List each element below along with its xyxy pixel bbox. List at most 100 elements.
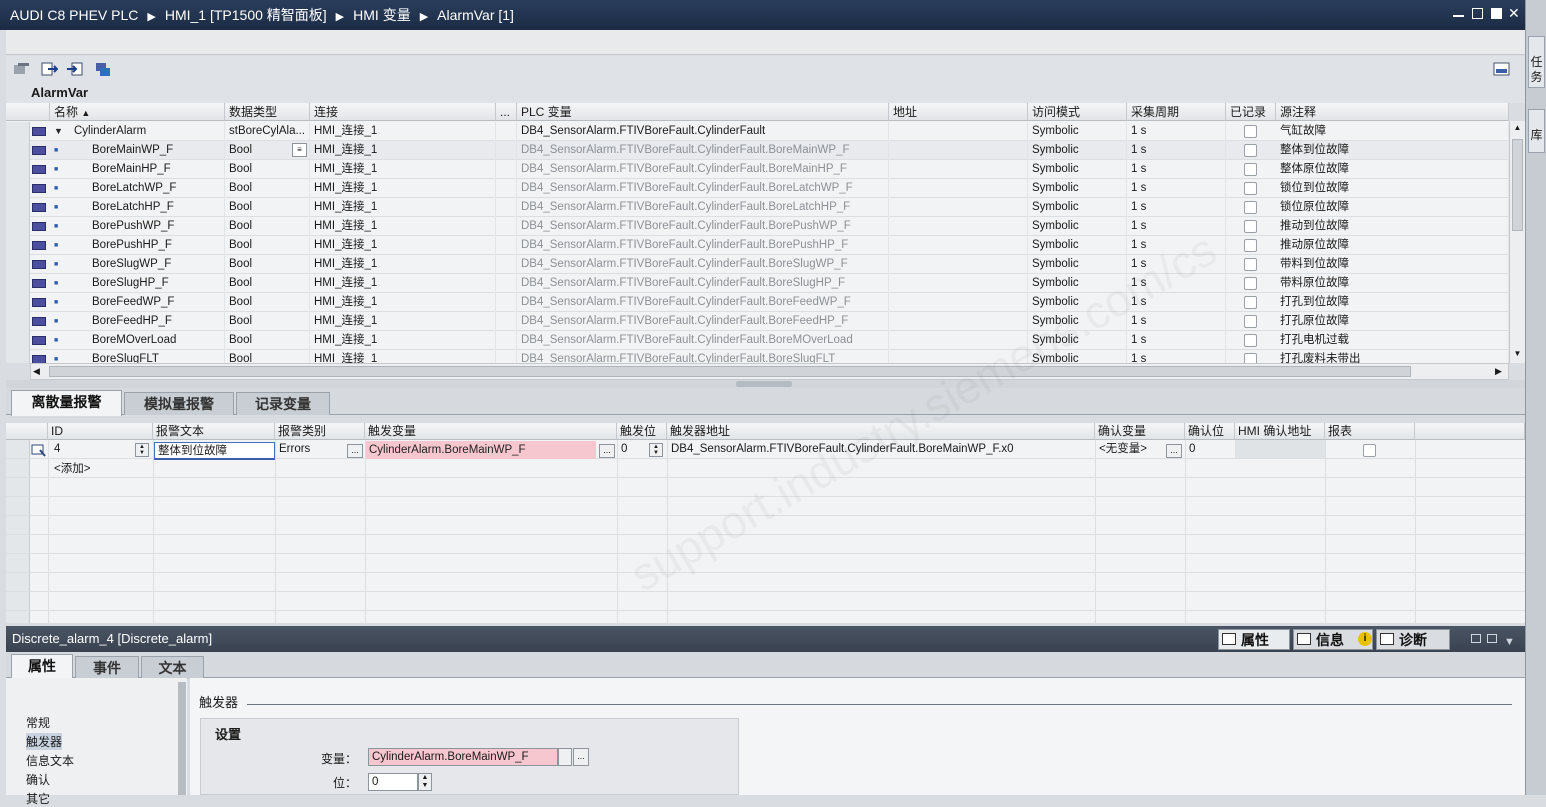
column-header-address[interactable]: 地址	[889, 103, 1028, 121]
trigger-bit-spinner[interactable]: ▲ ▼	[649, 443, 663, 457]
empty-alarm-row[interactable]	[6, 554, 1525, 573]
tag-connection[interactable]: HMI_连接_1	[310, 236, 496, 255]
column-header-trigger-bit[interactable]: 触发位	[617, 423, 667, 440]
logged-checkbox[interactable]	[1244, 296, 1257, 309]
trigger-tag-browse-button[interactable]: ...	[599, 444, 615, 458]
tag-datatype[interactable]: Bool	[225, 198, 310, 217]
tag-access-mode[interactable]: Symbolic	[1028, 274, 1127, 293]
tag-address[interactable]	[889, 274, 1028, 293]
tag-name[interactable]: BoreSlugHP_F	[88, 274, 225, 293]
maximize-icon[interactable]	[1491, 8, 1502, 19]
row-selector[interactable]	[6, 141, 30, 160]
tag-source-comment[interactable]: 打孔原位故障	[1276, 312, 1509, 331]
tag-access-mode[interactable]: Symbolic	[1028, 312, 1127, 331]
column-header-logged[interactable]: 已记录	[1226, 103, 1276, 121]
tag-connection[interactable]: HMI_连接_1	[310, 217, 496, 236]
empty-alarm-row[interactable]	[6, 497, 1525, 516]
tag-datatype[interactable]: Bool	[225, 350, 310, 363]
tag-plc-tag[interactable]: DB4_SensorAlarm.FTIVBoreFault.CylinderFa…	[517, 236, 889, 255]
tag-acquisition-cycle[interactable]: 1 s	[1127, 312, 1226, 331]
tag-address[interactable]	[889, 179, 1028, 198]
tag-access-mode[interactable]: Symbolic	[1028, 236, 1127, 255]
tag-access-mode[interactable]: Symbolic	[1028, 217, 1127, 236]
row-selector[interactable]	[6, 293, 30, 312]
empty-alarm-row[interactable]	[6, 535, 1525, 554]
alarm-id[interactable]: 4	[51, 440, 131, 459]
tag-connection[interactable]: HMI_连接_1	[310, 350, 496, 363]
tag-plc-tag[interactable]: DB4_SensorAlarm.FTIVBoreFault.CylinderFa…	[517, 141, 889, 160]
logged-checkbox[interactable]	[1244, 163, 1257, 176]
tag-connection[interactable]: HMI_连接_1	[310, 293, 496, 312]
empty-alarm-row[interactable]	[6, 478, 1525, 497]
column-header-report[interactable]: 报表	[1325, 423, 1415, 440]
tag-source-comment[interactable]: 锁位到位故障	[1276, 179, 1509, 198]
tag-connection[interactable]: HMI_连接_1	[310, 312, 496, 331]
column-header-trigger-address[interactable]: 触发器地址	[667, 423, 1095, 440]
restore-icon[interactable]	[1472, 8, 1483, 19]
tag-row[interactable]: BoreLatchHP_F ■ Bool HMI_连接_1 DB4_SensorAlar…	[6, 198, 1509, 217]
column-header-name[interactable]: 名称 ▲	[50, 103, 225, 121]
inspector-info-tab[interactable]: 信息 i	[1293, 629, 1373, 650]
tab-logging-tags[interactable]: 记录变量	[236, 392, 330, 415]
column-header-ack-bit[interactable]: 确认位	[1185, 423, 1235, 440]
scroll-right-icon[interactable]: ▶	[1495, 364, 1502, 379]
tab-properties[interactable]: 属性	[11, 654, 73, 680]
column-header-id[interactable]: ID	[48, 423, 153, 440]
close-icon[interactable]: ✕	[1508, 6, 1520, 20]
breadcrumb-project[interactable]: AUDI C8 PHEV PLC	[10, 7, 138, 23]
tag-plc-tag[interactable]: DB4_SensorAlarm.FTIVBoreFault.CylinderFa…	[517, 255, 889, 274]
logged-checkbox[interactable]	[1244, 220, 1257, 233]
tag-row[interactable]: BoreLatchWP_F ■ Bool HMI_连接_1 DB4_SensorAlar…	[6, 179, 1509, 198]
tag-acquisition-cycle[interactable]: 1 s	[1127, 198, 1226, 217]
tag-datatype[interactable]: Bool	[225, 236, 310, 255]
empty-alarm-row[interactable]	[6, 573, 1525, 592]
plc-tag-browse-cell[interactable]	[496, 350, 517, 363]
ack-bit[interactable]: 0	[1186, 440, 1234, 459]
tag-name[interactable]: BoreSlugFLT	[88, 350, 225, 363]
tag-address[interactable]	[889, 331, 1028, 350]
tag-address[interactable]	[889, 312, 1028, 331]
tag-row[interactable]: BoreSlugWP_F ■ Bool HMI_连接_1 DB4_SensorAlarm…	[6, 255, 1509, 274]
logged-checkbox[interactable]	[1244, 144, 1257, 157]
tag-acquisition-cycle[interactable]: 1 s	[1127, 141, 1226, 160]
breadcrumb-device[interactable]: HMI_1 [TP1500 精智面板]	[165, 7, 327, 23]
tag-acquisition-cycle[interactable]: 1 s	[1127, 217, 1226, 236]
tag-acquisition-cycle[interactable]: 1 s	[1127, 122, 1226, 141]
inspector-nav-scrollbar[interactable]	[178, 682, 186, 795]
trigger-tag-field[interactable]: CylinderAlarm.BoreMainWP_F	[368, 748, 558, 766]
tag-table-vertical-scrollbar[interactable]: ▲ ▼	[1509, 121, 1525, 363]
tag-name[interactable]: BoreMOverLoad	[88, 331, 225, 350]
tag-connection[interactable]: HMI_连接_1	[310, 255, 496, 274]
tag-address[interactable]	[889, 141, 1028, 160]
row-selector[interactable]	[6, 217, 30, 236]
column-header-hmi-ack-address[interactable]: HMI 确认地址	[1235, 423, 1325, 440]
column-header-dots[interactable]: ...	[496, 103, 517, 121]
id-spinner[interactable]: ▲ ▼	[135, 443, 149, 457]
tag-row[interactable]: BoreMainHP_F ■ Bool HMI_连接_1 DB4_SensorAlarm…	[6, 160, 1509, 179]
expand-icon[interactable]: ▼	[54, 122, 63, 141]
tag-acquisition-cycle[interactable]: 1 s	[1127, 255, 1226, 274]
inspector-properties-tab[interactable]: 属性	[1218, 629, 1290, 650]
add-alarm-row[interactable]: <添加>	[51, 460, 151, 479]
ack-tag[interactable]: <无变量>	[1096, 440, 1162, 459]
scroll-left-icon[interactable]: ◀	[33, 364, 40, 379]
tag-connection[interactable]: HMI_连接_1	[310, 179, 496, 198]
tag-acquisition-cycle[interactable]: 1 s	[1127, 274, 1226, 293]
row-selector[interactable]	[6, 122, 30, 141]
plc-tag-browse-cell[interactable]	[496, 217, 517, 236]
import-icon[interactable]	[66, 61, 83, 77]
tag-row[interactable]: BoreMOverLoad ■ Bool HMI_连接_1 DB4_SensorAlar…	[6, 331, 1509, 350]
tab-discrete-alarms[interactable]: 离散量报警	[11, 390, 122, 416]
inspector-diagnostics-tab[interactable]: 诊断	[1376, 629, 1450, 650]
tag-address[interactable]	[889, 160, 1028, 179]
tag-datatype[interactable]: Bool	[225, 274, 310, 293]
tag-address[interactable]	[889, 198, 1028, 217]
tag-access-mode[interactable]: Symbolic	[1028, 350, 1127, 363]
row-selector[interactable]	[6, 331, 30, 350]
trigger-tag[interactable]: CylinderAlarm.BoreMainWP_F	[366, 441, 596, 459]
alarm-text-input[interactable]: 整体到位故障	[154, 442, 275, 460]
tag-access-mode[interactable]: Symbolic	[1028, 331, 1127, 350]
column-header-comment[interactable]: 源注释	[1276, 103, 1509, 121]
tag-connection[interactable]: HMI_连接_1	[310, 122, 496, 141]
breadcrumb-tag-table[interactable]: AlarmVar [1]	[437, 7, 514, 23]
